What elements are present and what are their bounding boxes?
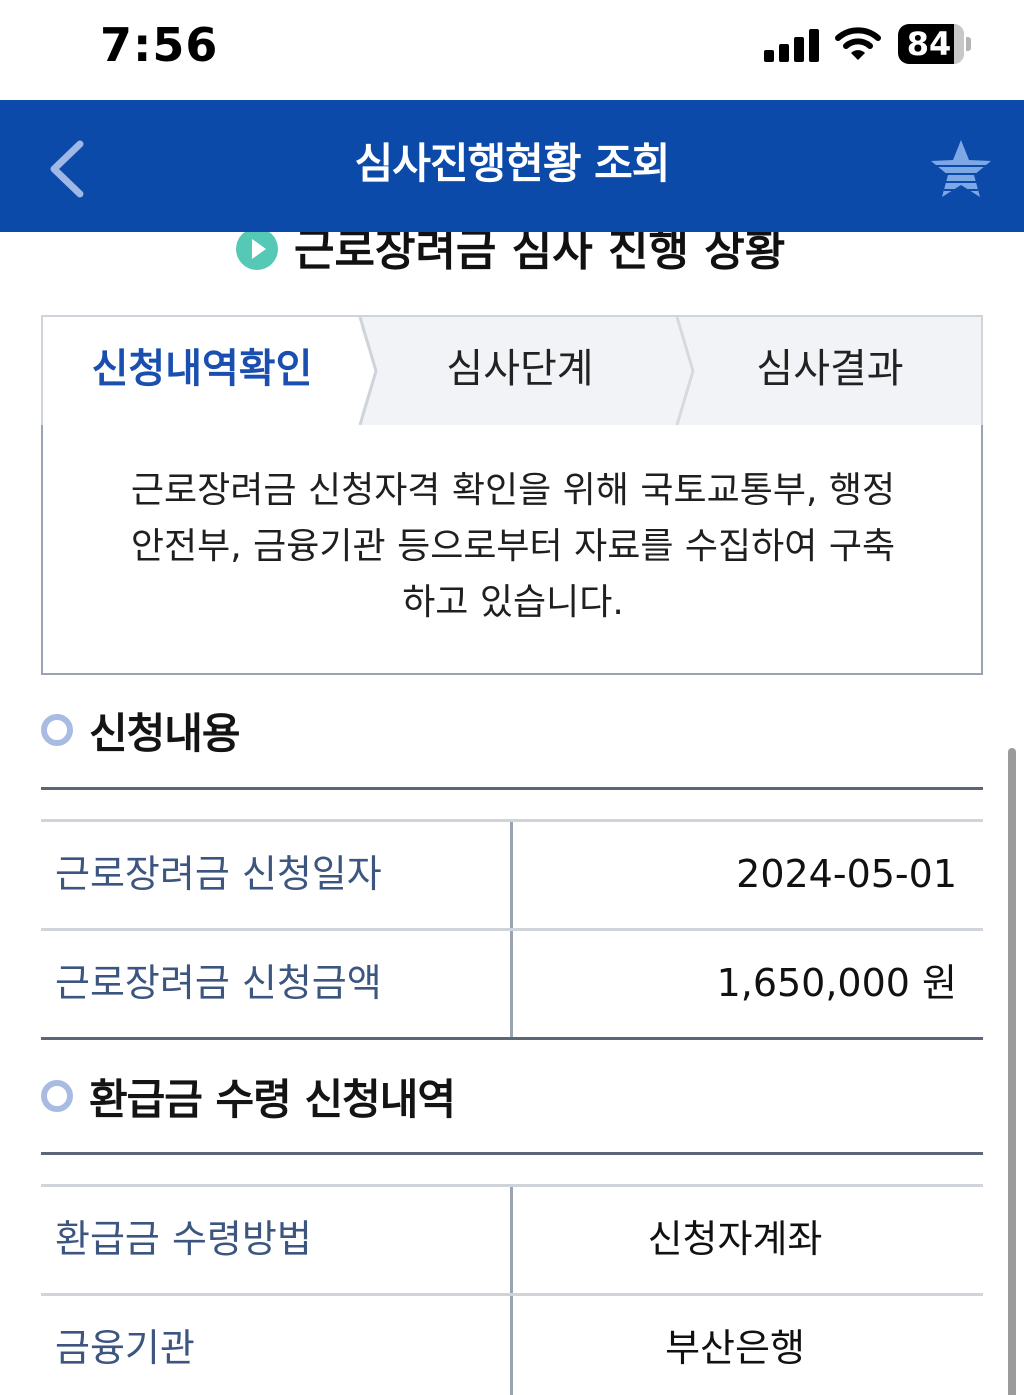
row-label: 금융기관	[55, 1326, 195, 1370]
battery-icon: 84	[898, 24, 964, 64]
row-label: 근로장려금 신청일자	[55, 852, 382, 896]
status-message-line: 안전부, 금융기관 등으로부터 자료를 수집하여 구축	[130, 526, 896, 567]
table-bottom-rule	[41, 1037, 983, 1040]
section-rule	[41, 1152, 983, 1155]
wifi-icon	[835, 27, 881, 60]
row-value: 2024-05-01	[736, 852, 957, 896]
vertical-scrollbar[interactable]	[1008, 748, 1016, 1395]
row-value: 부산은행	[665, 1326, 805, 1370]
table-row-bank: 금융기관 부산은행	[41, 1296, 983, 1395]
row-label: 환급금 수령방법	[55, 1217, 312, 1261]
status-time: 7:56	[100, 18, 219, 72]
page-title: 심사진행현황 조회	[354, 139, 671, 188]
section-title-text: 신청내용	[89, 709, 241, 758]
section-rule	[41, 787, 983, 790]
row-value: 신청자계좌	[647, 1217, 823, 1261]
section-bullet-icon	[41, 714, 73, 746]
cellular-signal-icon	[764, 28, 820, 62]
status-message: 근로장려금 신청자격 확인을 위해 국토교통부, 행정 안전부, 금융기관 등으…	[103, 463, 923, 631]
battery-level: 84	[906, 25, 952, 63]
status-info-box: 근로장려금 신청자격 확인을 위해 국토교통부, 행정 안전부, 금융기관 등으…	[41, 425, 983, 675]
row-label: 근로장려금 신청금액	[55, 961, 382, 1005]
status-message-line: 근로장려금 신청자격 확인을 위해 국토교통부, 행정	[130, 470, 896, 511]
section-bullet-icon	[41, 1080, 73, 1112]
step-separator-icon	[356, 317, 378, 425]
battery-nub	[966, 37, 971, 51]
review-step-tabs: 신청내역확인 심사단계 심사결과	[41, 315, 983, 427]
status-message-line: 하고 있습니다.	[402, 582, 624, 623]
app-header: 심사진행현황 조회	[0, 100, 1024, 232]
section-title-text: 환급금 수령 신청내역	[89, 1075, 456, 1124]
step-separator-icon	[675, 317, 695, 425]
step-review-stage[interactable]: 심사단계	[361, 317, 679, 425]
favorite-star-icon[interactable]	[928, 136, 994, 202]
row-value: 1,650,000 원	[716, 961, 957, 1005]
step-application-check[interactable]: 신청내역확인	[43, 317, 361, 425]
status-bar: 7:56 84	[0, 0, 1024, 100]
screen: 7:56 84 근로장려금 심사 진행 상황 심사진행현황 조회 신청내역확인 …	[0, 0, 1024, 1395]
table-row-refund-method: 환급금 수령방법 신청자계좌	[41, 1187, 983, 1295]
play-circle-icon	[236, 228, 278, 270]
step-review-result[interactable]: 심사결과	[679, 317, 981, 425]
table-row-application-amount: 근로장려금 신청금액 1,650,000 원	[41, 931, 983, 1039]
table-row-application-date: 근로장려금 신청일자 2024-05-01	[41, 822, 983, 930]
